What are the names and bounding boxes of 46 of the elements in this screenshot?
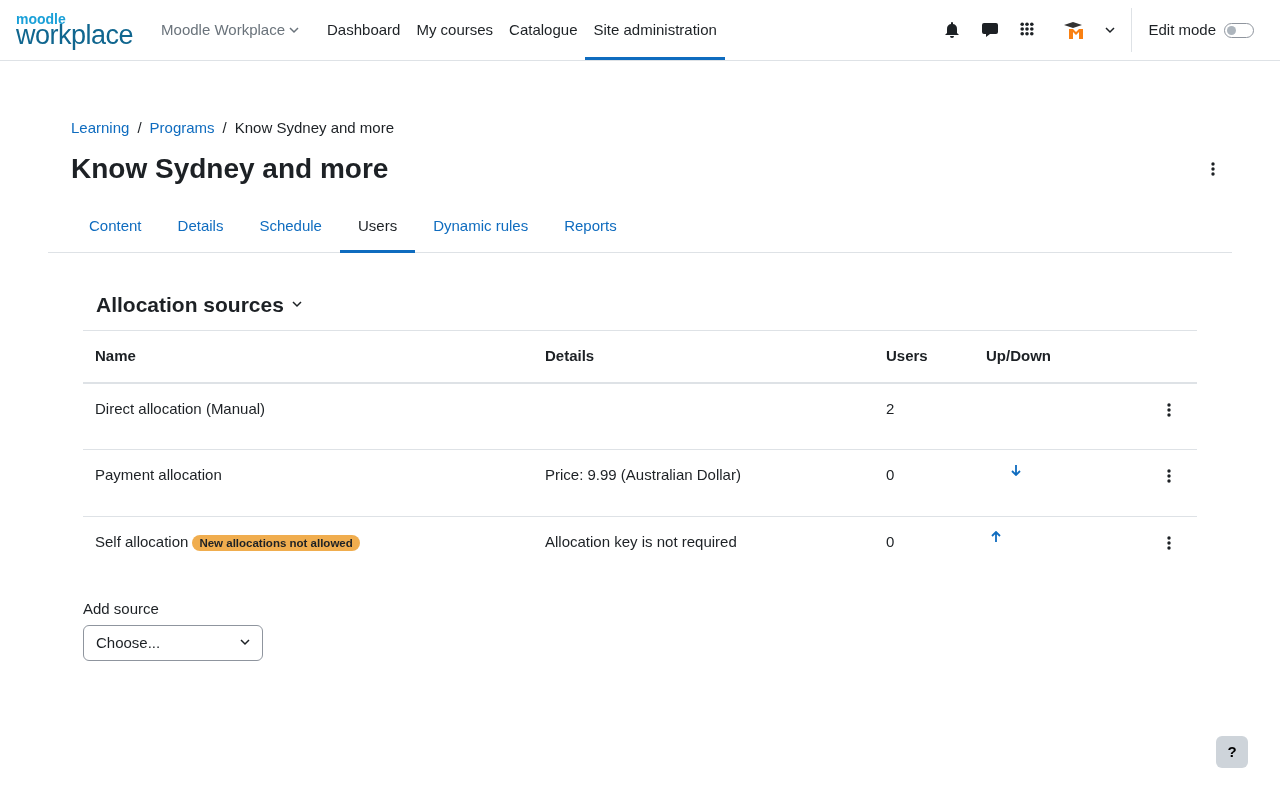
tab[interactable]: Users (339, 205, 416, 253)
table-cell: Self allocation (95, 532, 189, 550)
nav-link[interactable]: Site administration (585, 3, 725, 60)
tab[interactable]: Details (159, 205, 242, 253)
arrow-up-icon[interactable] (990, 530, 1002, 543)
column-header: Details (533, 330, 874, 383)
table-cell: 2 (886, 399, 895, 417)
status-badge: New allocations not allowed (192, 534, 360, 551)
breadcrumb-separator: / (222, 118, 227, 138)
caret-icon[interactable] (1105, 26, 1116, 34)
field-label: Add source (83, 599, 160, 620)
table-cell: 0 (886, 532, 895, 550)
caret-icon[interactable] (240, 639, 250, 647)
column-header: Name (83, 330, 533, 383)
tab[interactable]: Dynamic rules (415, 205, 547, 253)
breadcrumb-current: Know Sydney and more (234, 118, 395, 138)
more-actions-icon[interactable] (1167, 535, 1171, 550)
edit-mode-label: Edit mode (1148, 19, 1216, 40)
nav-link[interactable]: Dashboard (319, 3, 409, 60)
nav-link[interactable]: Catalogue (501, 3, 586, 60)
tab[interactable]: Content (71, 205, 160, 253)
bell-icon[interactable] (945, 22, 960, 38)
nav-link[interactable]: My courses (408, 3, 502, 60)
tab[interactable]: Schedule (241, 205, 340, 253)
table-cell: 0 (886, 466, 895, 484)
column-header: Users (874, 330, 974, 383)
more-actions-icon[interactable] (1167, 402, 1171, 417)
breadcrumb-link[interactable]: Learning (71, 117, 130, 140)
add-source-select[interactable]: Choose... (83, 624, 263, 662)
arrow-down-icon[interactable] (1010, 464, 1022, 477)
page-title: Know Sydney and more (70, 151, 390, 186)
column-header: Up/Down (974, 330, 1126, 383)
table-cell: Price: 9.99 (Australian Dollar) (545, 466, 741, 484)
table-cell: Payment allocation (95, 466, 222, 484)
logo-text: moodle (16, 13, 66, 25)
table-cell: Direct allocation (Manual) (95, 399, 266, 417)
more-actions-icon[interactable] (1167, 469, 1171, 484)
section-title: Allocation sources (96, 291, 284, 318)
table-cell: Allocation key is not required (545, 532, 737, 550)
breadcrumb-separator: / (137, 118, 142, 138)
tab[interactable]: Reports (546, 205, 635, 253)
site-menu[interactable]: Moodle Workplace (161, 0, 299, 60)
help-button[interactable]: ? (1216, 736, 1248, 768)
caret-icon[interactable] (291, 300, 302, 308)
breadcrumb-link[interactable]: Programs (149, 117, 215, 140)
chat-icon[interactable] (982, 22, 999, 38)
